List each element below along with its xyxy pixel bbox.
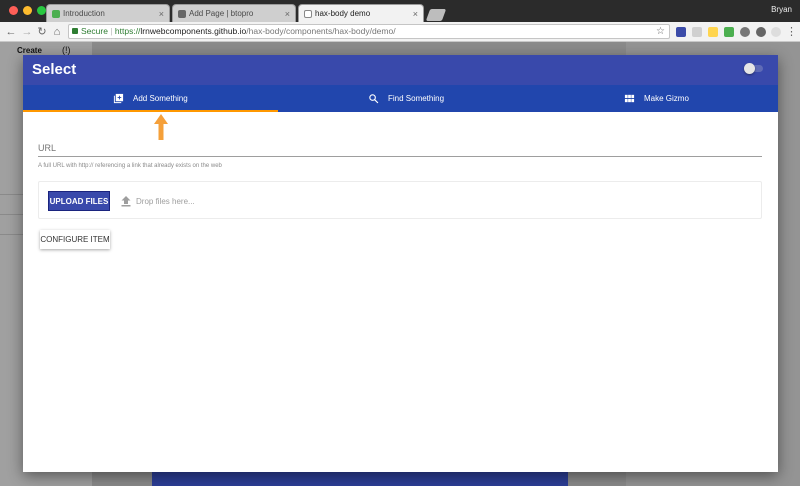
- tab-favicon-icon: [304, 10, 312, 18]
- extension-icon[interactable]: [676, 27, 686, 37]
- forward-arrow-icon[interactable]: →: [21, 25, 33, 39]
- select-dialog: Select Add Something Find Something Make…: [23, 55, 778, 472]
- dialog-header: Select: [23, 55, 778, 85]
- tab-title: hax-body demo: [315, 9, 371, 18]
- secure-label: Secure: [81, 26, 108, 36]
- upload-files-button[interactable]: UPLOAD FILES: [48, 191, 110, 211]
- create-label: Create: [17, 46, 42, 55]
- tab-close-icon[interactable]: ×: [413, 5, 418, 22]
- url-host: lrnwebcomponents.github.io: [140, 26, 247, 36]
- extension-icon[interactable]: [756, 27, 766, 37]
- url-help-text: A full URL with http:// referencing a li…: [38, 163, 222, 169]
- tab-favicon-icon: [178, 10, 186, 18]
- browser-tab-add-page[interactable]: Add Page | btopro ×: [172, 4, 296, 22]
- tab-favicon-icon: [52, 10, 60, 18]
- power-icon: (!): [62, 45, 71, 55]
- dialog-tab-bar: Add Something Find Something Make Gizmo: [23, 85, 778, 112]
- editor-toolbar-strip: [152, 472, 568, 486]
- tab-label: Find Something: [388, 94, 445, 103]
- pointer-arrow-icon: [154, 114, 168, 140]
- browser-toolbar: ← → ↻ ⌂ Secure | https://lrnwebcomponent…: [0, 22, 800, 42]
- url-scheme: https://: [114, 26, 141, 36]
- tab-title: Introduction: [63, 9, 105, 18]
- url-input[interactable]: [38, 141, 762, 157]
- lock-icon: [72, 28, 78, 34]
- configure-item-button[interactable]: CONFIGURE ITEM: [40, 230, 110, 249]
- dialog-toggle-switch[interactable]: [744, 63, 764, 74]
- extension-icon[interactable]: [740, 27, 750, 37]
- profile-avatar-icon[interactable]: [771, 27, 781, 37]
- profile-name[interactable]: Bryan: [771, 5, 792, 14]
- active-tab-indicator: [23, 110, 278, 112]
- window-close-button[interactable]: [9, 6, 18, 15]
- reload-icon[interactable]: ↻: [36, 25, 48, 39]
- extension-icon[interactable]: [692, 27, 702, 37]
- browser-tab-hax-body-demo[interactable]: hax-body demo ×: [298, 4, 424, 22]
- tab-close-icon[interactable]: ×: [285, 5, 290, 22]
- back-arrow-icon[interactable]: ←: [5, 25, 17, 39]
- menu-kebab-icon[interactable]: ⋮: [786, 25, 797, 39]
- home-icon[interactable]: ⌂: [51, 25, 63, 39]
- add-box-icon: [113, 93, 124, 104]
- browser-tab-introduction[interactable]: Introduction ×: [46, 4, 170, 22]
- tab-close-icon[interactable]: ×: [159, 5, 164, 22]
- tab-find-something[interactable]: Find Something: [368, 85, 518, 112]
- window-minimize-button[interactable]: [23, 6, 32, 15]
- dialog-title: Select: [32, 61, 77, 78]
- address-separator: |: [110, 26, 113, 36]
- tab-label: Add Something: [133, 94, 188, 103]
- toggle-knob: [744, 63, 755, 74]
- extension-icon[interactable]: [724, 27, 734, 37]
- tab-title: Add Page | btopro: [189, 9, 254, 18]
- tab-add-something[interactable]: Add Something: [113, 85, 263, 112]
- upload-icon: [121, 196, 131, 207]
- upload-dropzone[interactable]: UPLOAD FILES Drop files here...: [38, 181, 762, 219]
- extension-icon[interactable]: [708, 27, 718, 37]
- tab-label: Make Gizmo: [644, 94, 689, 103]
- address-bar[interactable]: Secure | https://lrnwebcomponents.github…: [68, 24, 670, 39]
- bookmark-star-icon[interactable]: ☆: [656, 25, 665, 38]
- view-module-icon: [624, 94, 635, 103]
- url-path: /hax-body/components/hax-body/demo/: [246, 26, 396, 36]
- window-zoom-button[interactable]: [37, 6, 46, 15]
- drop-files-text: Drop files here...: [136, 197, 195, 206]
- search-icon: [369, 94, 379, 104]
- tab-make-gizmo[interactable]: Make Gizmo: [624, 85, 754, 112]
- new-tab-button[interactable]: [425, 9, 447, 21]
- browser-tab-bar: Introduction × Add Page | btopro × hax-b…: [0, 0, 800, 22]
